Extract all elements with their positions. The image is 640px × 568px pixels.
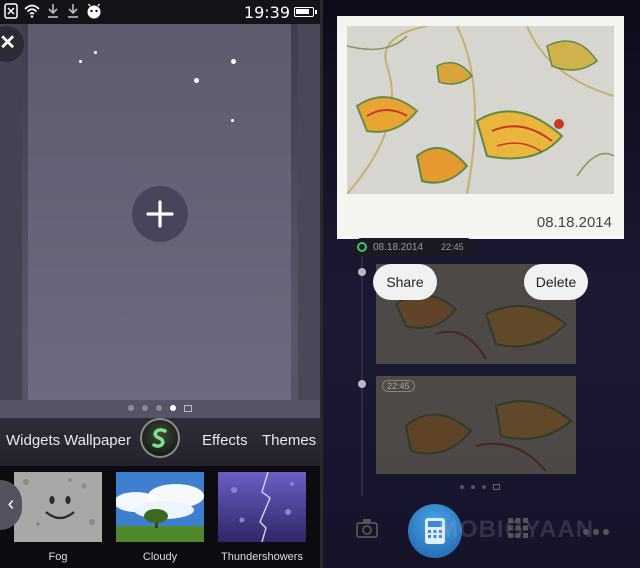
thumb-label-fog: Fog — [48, 551, 68, 563]
weather-thumb-thundershowers[interactable] — [218, 471, 306, 543]
cloudy-preview-image — [114, 472, 204, 542]
share-button[interactable]: Share — [373, 264, 437, 300]
add-widget-button[interactable] — [132, 186, 188, 242]
fog-preview-image — [14, 472, 102, 542]
menu-widgets[interactable]: Widgets — [6, 432, 60, 449]
page-dot[interactable] — [128, 405, 134, 411]
page-dot[interactable] — [156, 405, 162, 411]
download-icon — [48, 4, 58, 18]
weather-thumb-cloudy[interactable] — [114, 472, 204, 542]
launcher-logo-icon — [152, 428, 167, 448]
star-dot — [194, 78, 199, 83]
photo-date: 08.18.2014 — [536, 214, 612, 231]
thumb-label-thundershowers: Thundershowers — [221, 551, 303, 563]
timeline-node — [358, 380, 366, 388]
android-robot-icon — [87, 3, 101, 19]
gallery-icon[interactable] — [184, 404, 192, 412]
star-dot — [231, 59, 236, 64]
page-dot[interactable] — [142, 405, 148, 411]
more-icon[interactable] — [582, 528, 610, 536]
sim-off-icon — [4, 3, 18, 19]
photo-time-tag: 22:45 — [382, 380, 415, 392]
prev-screen-preview[interactable] — [0, 24, 22, 400]
star-dot — [79, 60, 82, 63]
launcher-home-button[interactable] — [140, 418, 180, 458]
page-dot[interactable] — [482, 485, 486, 489]
timeline-photo[interactable]: 22:45 — [376, 376, 576, 474]
chevron-left-icon: ‹ — [7, 493, 15, 515]
download-icon — [68, 4, 78, 18]
grid-icon[interactable] — [508, 518, 528, 538]
status-bar: 19:39 — [0, 0, 320, 24]
date-chip[interactable]: 08.18.2014 22:45 — [353, 238, 475, 256]
clock: 19:39 — [243, 3, 290, 22]
thumb-label-cloudy: Cloudy — [142, 551, 178, 563]
menu-effects[interactable]: Effects — [202, 432, 248, 449]
date-chip-time: 22:45 — [441, 242, 464, 252]
weather-thumb-fog[interactable] — [14, 472, 102, 542]
gallery-icon[interactable] — [493, 484, 500, 490]
floral-fabric-photo — [347, 26, 614, 194]
next-screen-preview[interactable] — [298, 24, 320, 400]
camera-icon[interactable] — [356, 518, 378, 538]
delete-button[interactable]: Delete — [524, 264, 588, 300]
date-chip-date: 08.18.2014 — [373, 241, 424, 253]
page-dot[interactable] — [460, 485, 464, 489]
menu-wallpaper[interactable]: Wallpaper — [64, 432, 131, 449]
timeline-line — [361, 256, 363, 496]
menu-themes[interactable]: Themes — [262, 432, 316, 449]
battery-icon — [294, 7, 317, 17]
star-dot — [94, 51, 97, 54]
star-dot — [231, 119, 234, 122]
status-dot-icon — [357, 242, 367, 252]
close-icon: ✕ — [0, 32, 16, 54]
gallery-timeline-panel: 08.18.2014 08.18.2014 22:45 22:45 Share … — [320, 0, 640, 568]
wifi-icon — [24, 4, 40, 18]
page-indicator — [320, 482, 640, 492]
timeline-node — [358, 268, 366, 276]
page-indicator — [0, 402, 320, 414]
thundershowers-preview-image — [218, 471, 306, 543]
page-dot-active[interactable] — [170, 405, 176, 411]
plus-icon — [146, 200, 174, 228]
photo-card[interactable]: 08.18.2014 — [337, 16, 624, 239]
page-dot[interactable] — [471, 485, 475, 489]
launcher-edit-panel: 19:39 ✕ Widgets Wallpaper Effects Themes — [0, 0, 320, 568]
